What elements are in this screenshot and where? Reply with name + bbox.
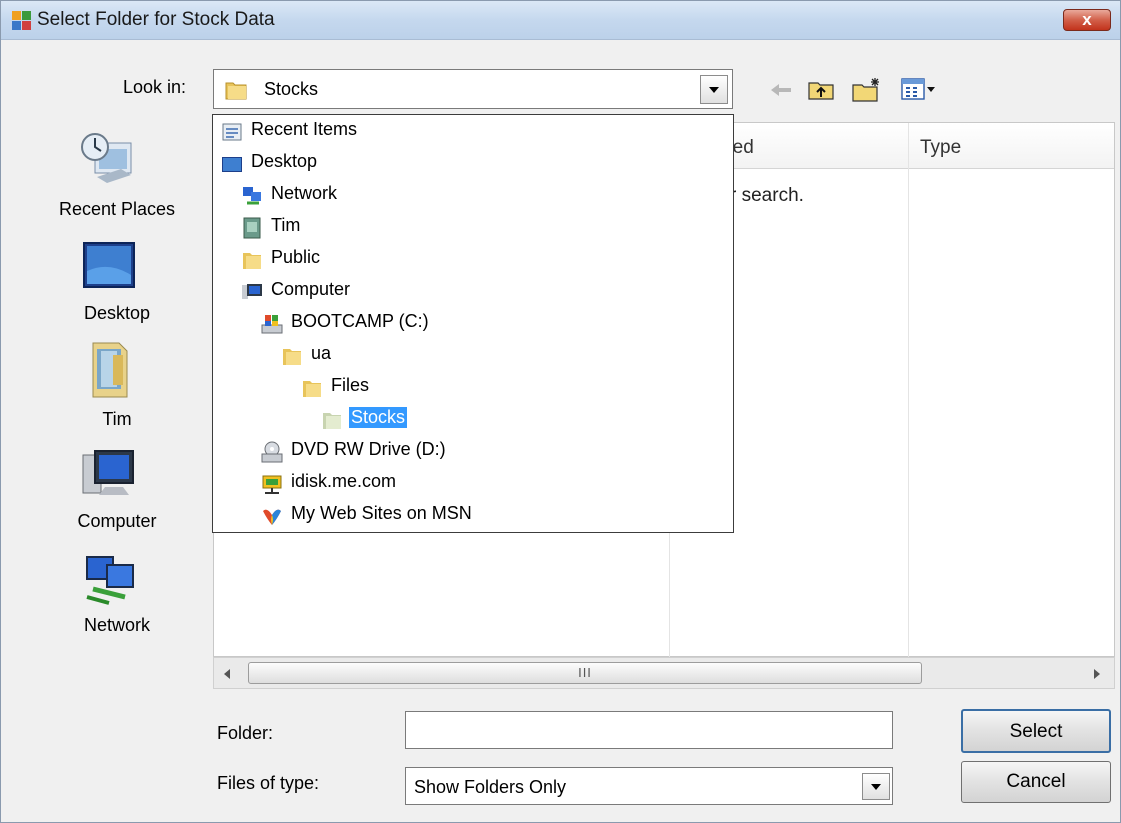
view-menu-icon <box>901 78 935 100</box>
folder-input[interactable] <box>405 711 893 749</box>
close-button[interactable]: x <box>1063 9 1111 31</box>
desktop-icon <box>83 242 135 288</box>
horizontal-scrollbar[interactable]: III <box>213 657 1115 689</box>
look-in-value: Stocks <box>264 79 319 99</box>
place-label: Desktop <box>83 303 151 323</box>
computer-icon <box>82 450 134 495</box>
back-button[interactable] <box>769 81 793 104</box>
empty-message: r search. <box>730 185 804 206</box>
dropdown-item-label: Computer <box>271 279 351 299</box>
user-icon <box>243 217 261 239</box>
column-header-type[interactable]: Type <box>908 123 1114 169</box>
dropdown-item-label: Tim <box>271 215 301 235</box>
computer-icon <box>242 284 262 299</box>
place-label: Recent Places <box>58 199 176 219</box>
dropdown-item-label: Stocks <box>349 407 408 428</box>
look-in-label: Look in: <box>123 77 187 97</box>
column-divider <box>908 123 909 658</box>
files-of-type-value: Show Folders Only <box>414 777 567 797</box>
dropdown-item-label: Public <box>271 247 321 267</box>
recent-items-icon <box>222 123 242 141</box>
recent-places-icon <box>81 133 132 183</box>
dropdown-item-label: BOOTCAMP (C:) <box>291 311 429 331</box>
look-in-dropdown-arrow[interactable] <box>700 75 728 104</box>
network-drive-icon <box>262 475 282 494</box>
dropdown-item-label: My Web Sites on MSN <box>291 503 472 523</box>
folder-icon <box>303 381 321 397</box>
cancel-button[interactable]: Cancel <box>961 761 1111 803</box>
folder-icon <box>225 82 247 100</box>
select-button[interactable]: Select <box>961 709 1111 753</box>
look-in-combobox[interactable]: Stocks <box>213 69 733 109</box>
place-computer[interactable]: Computer <box>31 447 203 547</box>
dialog-window: Select Folder for Stock Data x Look in: … <box>0 0 1121 823</box>
dropdown-item-label: Desktop <box>251 151 318 171</box>
new-folder-icon <box>852 78 879 102</box>
folder-label: Folder: <box>217 723 274 743</box>
dvd-drive-icon <box>261 441 283 463</box>
up-folder-icon <box>808 82 834 100</box>
places-bar: Recent Places Desktop Tim Computer Netwo… <box>31 121 203 651</box>
new-folder-button[interactable] <box>851 77 883 108</box>
place-tim[interactable]: Tim <box>31 341 203 441</box>
msn-icon <box>263 509 281 525</box>
network-icon <box>243 187 261 205</box>
place-label: Tim <box>102 409 132 429</box>
look-in-dropdown-list[interactable]: Recent Items Desktop Network Tim Public … <box>212 114 734 533</box>
column-header-label: Type <box>920 137 962 158</box>
folder-open-icon <box>323 413 341 429</box>
place-desktop[interactable]: Desktop <box>31 241 203 341</box>
files-of-type-combobox[interactable]: Show Folders Only <box>405 767 893 805</box>
dropdown-item-label: Network <box>271 183 338 203</box>
up-folder-button[interactable] <box>807 77 835 106</box>
scrollbar-thumb[interactable]: III <box>248 662 922 684</box>
back-arrow-icon <box>771 84 791 96</box>
folder-icon <box>243 253 261 269</box>
title-bar[interactable]: Select Folder for Stock Data x <box>1 1 1120 40</box>
drive-icon <box>261 315 283 334</box>
place-label: Network <box>83 615 150 635</box>
dropdown-item-label: DVD RW Drive (D:) <box>291 439 446 459</box>
scroll-right-arrow-icon[interactable] <box>1094 669 1100 679</box>
folder-icon <box>283 349 301 365</box>
place-recent-places[interactable]: Recent Places <box>31 129 203 229</box>
files-of-type-dropdown-arrow[interactable] <box>862 773 890 800</box>
files-of-type-label: Files of type: <box>217 773 320 793</box>
user-folder-icon <box>92 342 128 398</box>
view-menu-button[interactable] <box>901 77 935 106</box>
network-icon <box>86 556 134 605</box>
dropdown-item-label: idisk.me.com <box>291 471 397 491</box>
scrollbar-grip: III <box>578 665 592 680</box>
desktop-icon <box>222 157 242 172</box>
close-icon: x <box>1082 10 1092 29</box>
app-icon <box>12 11 31 30</box>
dropdown-item-label: Files <box>331 375 370 395</box>
scroll-left-arrow-icon[interactable] <box>224 669 230 679</box>
place-network[interactable]: Network <box>31 553 203 653</box>
place-label: Computer <box>77 511 157 531</box>
dropdown-item-label: ua <box>311 343 332 363</box>
window-title: Select Folder for Stock Data <box>37 9 275 30</box>
dropdown-item-label: Recent Items <box>251 119 358 139</box>
